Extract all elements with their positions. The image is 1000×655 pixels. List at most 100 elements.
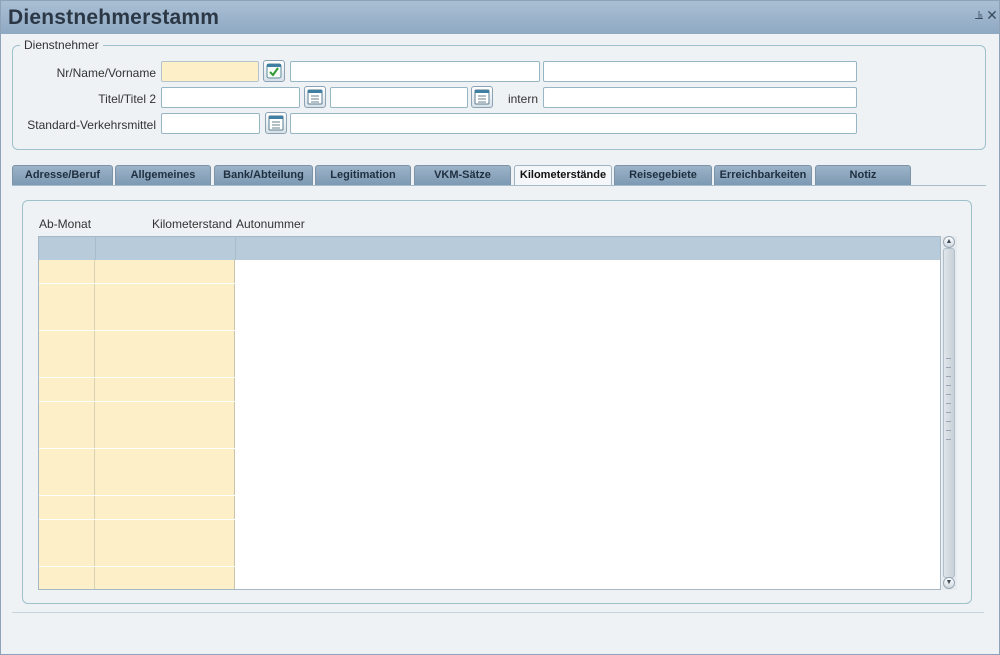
cell-ab-monat[interactable] xyxy=(39,401,95,425)
cell-kilometerstand[interactable] xyxy=(95,448,235,472)
cell-ab-monat[interactable] xyxy=(39,330,95,354)
cell-ab-monat[interactable] xyxy=(39,307,95,331)
cell-ab-monat[interactable] xyxy=(39,543,95,567)
column-header-ab-monat[interactable]: Ab-Monat xyxy=(39,217,91,231)
table-row[interactable] xyxy=(39,401,940,425)
cell-kilometerstand[interactable] xyxy=(95,354,235,378)
tab-adresse-beruf[interactable]: Adresse/Beruf xyxy=(12,165,113,185)
cell-kilometerstand[interactable] xyxy=(95,519,235,543)
cell-autonummer[interactable] xyxy=(235,354,940,378)
cell-kilometerstand[interactable] xyxy=(95,283,235,307)
cell-kilometerstand[interactable] xyxy=(95,401,235,425)
cell-kilometerstand[interactable] xyxy=(95,307,235,331)
table-row[interactable] xyxy=(39,283,940,307)
titel-input[interactable] xyxy=(161,87,300,108)
check-icon xyxy=(266,63,282,79)
cell-autonummer[interactable] xyxy=(235,307,940,331)
cell-ab-monat[interactable] xyxy=(39,496,95,519)
pin-icon[interactable]: ⫡ xyxy=(973,9,985,21)
cell-autonummer[interactable] xyxy=(235,401,940,425)
cell-autonummer[interactable] xyxy=(235,448,940,472)
intern-input[interactable] xyxy=(543,87,857,108)
table-row[interactable] xyxy=(39,330,940,354)
scroll-grip-line xyxy=(946,376,951,377)
cell-autonummer[interactable] xyxy=(235,425,940,449)
cell-kilometerstand[interactable] xyxy=(95,566,235,589)
confirm-button[interactable] xyxy=(263,60,285,82)
scroll-grip-line xyxy=(946,421,951,422)
cell-ab-monat[interactable] xyxy=(39,448,95,472)
cell-ab-monat[interactable] xyxy=(39,354,95,378)
table-row[interactable] xyxy=(39,496,940,519)
label-nr-name-vorname: Nr/Name/Vorname xyxy=(56,66,156,80)
tab-allgemeines[interactable]: Allgemeines xyxy=(115,165,211,185)
scroll-down-button[interactable]: ▼ xyxy=(943,577,955,589)
cell-ab-monat[interactable] xyxy=(39,260,95,283)
scroll-grip-line xyxy=(946,412,951,413)
verkehrsmittel-input[interactable] xyxy=(161,113,260,134)
cell-autonummer[interactable] xyxy=(235,260,940,283)
vorname-input[interactable] xyxy=(543,61,857,82)
name-input[interactable] xyxy=(290,61,540,82)
cell-ab-monat[interactable] xyxy=(39,566,95,589)
close-icon[interactable]: ✕ xyxy=(986,8,998,22)
nr-input[interactable] xyxy=(161,61,259,82)
cell-autonummer[interactable] xyxy=(235,566,940,589)
verkehrsmittel-lookup-button[interactable] xyxy=(265,112,287,134)
tab-bank-abteilung[interactable]: Bank/Abteilung xyxy=(214,165,313,185)
tab-divider xyxy=(12,185,986,186)
titel2-input[interactable] xyxy=(330,87,468,108)
titel2-lookup-button[interactable] xyxy=(471,86,493,108)
tab-erreichbarkeiten[interactable]: Erreichbarkeiten xyxy=(714,165,812,185)
tab-kilometerstaende[interactable]: Kilometerstände xyxy=(514,165,612,186)
cell-autonummer[interactable] xyxy=(235,330,940,354)
cell-kilometerstand[interactable] xyxy=(95,260,235,283)
column-header-kilometerstand[interactable]: Kilometerstand xyxy=(95,217,232,231)
table-row[interactable] xyxy=(39,354,940,378)
list-icon xyxy=(474,89,490,105)
cell-autonummer[interactable] xyxy=(235,543,940,567)
tab-legitimation[interactable]: Legitimation xyxy=(315,165,411,185)
grid-header-row xyxy=(39,237,940,260)
label-standard-verkehrsmittel: Standard-Verkehrsmittel xyxy=(27,118,156,132)
cell-autonummer[interactable] xyxy=(235,283,940,307)
table-row[interactable] xyxy=(39,472,940,496)
cell-kilometerstand[interactable] xyxy=(95,378,235,401)
cell-kilometerstand[interactable] xyxy=(95,543,235,567)
tab-vkm-saetze[interactable]: VKM-Sätze xyxy=(414,165,511,185)
cell-autonummer[interactable] xyxy=(235,378,940,401)
cell-ab-monat[interactable] xyxy=(39,425,95,449)
scroll-thumb[interactable] xyxy=(943,248,955,578)
scroll-grip-line xyxy=(946,403,951,404)
table-row[interactable] xyxy=(39,543,940,567)
table-row[interactable] xyxy=(39,425,940,449)
scroll-up-button[interactable]: ▲ xyxy=(943,236,955,248)
table-row[interactable] xyxy=(39,378,940,401)
list-icon xyxy=(307,89,323,105)
cell-autonummer[interactable] xyxy=(235,519,940,543)
title-bar[interactable]: Dienstnehmerstamm ⫡ ✕ xyxy=(1,1,999,34)
table-row[interactable] xyxy=(39,519,940,543)
table-row[interactable] xyxy=(39,448,940,472)
cell-kilometerstand[interactable] xyxy=(95,330,235,354)
label-intern: intern xyxy=(507,92,538,106)
tab-reisegebiete[interactable]: Reisegebiete xyxy=(614,165,712,185)
cell-kilometerstand[interactable] xyxy=(95,425,235,449)
cell-kilometerstand[interactable] xyxy=(95,496,235,519)
cell-ab-monat[interactable] xyxy=(39,283,95,307)
verkehrsmittel-description-input[interactable] xyxy=(290,113,857,134)
table-row[interactable] xyxy=(39,260,940,283)
cell-kilometerstand[interactable] xyxy=(95,472,235,496)
cell-autonummer[interactable] xyxy=(235,472,940,496)
titel-lookup-button[interactable] xyxy=(304,86,326,108)
cell-ab-monat[interactable] xyxy=(39,378,95,401)
grid-scrollbar[interactable]: ▲ ▼ xyxy=(942,236,957,590)
kilometerstaende-grid[interactable] xyxy=(38,236,941,590)
table-row[interactable] xyxy=(39,307,940,331)
table-row[interactable] xyxy=(39,566,940,589)
column-header-autonummer[interactable]: Autonummer xyxy=(236,217,305,231)
tab-notiz[interactable]: Notiz xyxy=(815,165,911,185)
cell-autonummer[interactable] xyxy=(235,496,940,519)
cell-ab-monat[interactable] xyxy=(39,472,95,496)
cell-ab-monat[interactable] xyxy=(39,519,95,543)
